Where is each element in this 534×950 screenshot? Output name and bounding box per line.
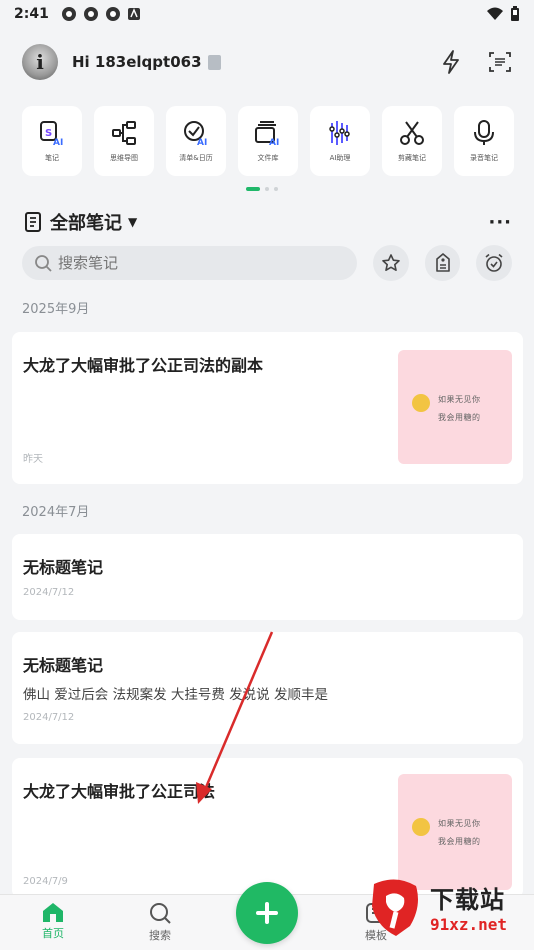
status-bar: 2:41 [0,0,534,28]
user-greeting[interactable]: Hi 183elqpt063 [72,53,202,71]
bear-sticker-icon [412,394,430,412]
note-date: 2024/7/12 [23,712,75,723]
page-indicator [246,187,278,191]
thumbnail-text: 我会用糖的 [438,413,481,422]
page-dot-active [246,187,260,191]
note-title: 无标题笔记 [23,656,104,675]
note-date: 2024/7/12 [23,587,75,598]
reminder-button[interactable] [476,245,512,281]
note-date: 2024/7/9 [23,876,68,887]
tool-label: 剪藏笔记 [398,154,426,162]
thumbnail-text: 如果无见你 [438,395,481,404]
wifi-icon [487,7,503,20]
thumbnail-text: 我会用糖的 [438,837,481,846]
checklist-ai-icon: AI [182,119,210,147]
tool-voice-note[interactable]: 录音笔记 [454,106,514,176]
svg-text:AI: AI [53,138,63,147]
nav-search[interactable]: 搜索 [130,901,190,943]
note-card[interactable]: 无标题笔记 2024/7/12 [12,534,523,620]
section-date-header: 2025年9月 [22,302,90,317]
search-icon [150,903,171,924]
note-card[interactable]: 无标题笔记 佛山 爱过后会 法规案发 大挂号费 发说说 发顺丰是 2024/7/… [12,632,523,744]
alarm-clock-icon [485,253,503,272]
tool-ai-assistant[interactable]: AI助理 [310,106,370,176]
search-icon [35,255,52,272]
app-header: i Hi 183elqpt063 [22,44,512,80]
notification-icon [61,7,76,21]
page-dot [265,187,269,191]
svg-text:AI: AI [197,138,207,147]
nav-home-label: 首页 [42,927,64,940]
tool-note[interactable]: S AI 笔记 [22,106,82,176]
user-avatar[interactable]: i [22,44,58,80]
tool-label: 文件库 [257,154,279,162]
tag-icon [435,253,450,272]
add-note-button[interactable] [236,882,298,944]
section-date-header: 2024年7月 [22,505,90,520]
tool-clip-note[interactable]: 剪藏笔记 [382,106,442,176]
search-row [22,245,512,281]
app-notification-icon [127,8,140,20]
watermark-title: 下载站 [430,886,505,914]
mindmap-icon [110,119,138,147]
page-dot [274,187,278,191]
tool-label: 笔记 [45,154,59,162]
dropdown-caret-icon[interactable]: ▼ [128,215,137,229]
tool-file-library[interactable]: AI 文件库 [238,106,298,176]
note-card[interactable]: 大龙了大幅审批了公正司法的副本 昨天 如果无见你 我会用糖的 [12,332,523,484]
watermark-logo-icon [372,879,418,936]
note-title: 大龙了大幅审批了公正司法 [23,782,216,801]
note-thumbnail: 如果无见你 我会用糖的 [398,350,512,464]
tool-label: 思维导图 [110,154,138,162]
note-title: 大龙了大幅审批了公正司法的副本 [23,356,264,375]
notification-icon [83,7,98,21]
note-date: 昨天 [23,454,43,465]
status-notification-icons [61,6,141,22]
tags-button[interactable] [424,245,461,281]
watermark: 下载站 91xz.net [366,872,526,942]
battery-icon [511,6,519,21]
favorites-button[interactable] [373,245,409,281]
svg-text:AI: AI [269,138,279,147]
note-ai-icon: S AI [38,119,66,147]
watermark-url: 91xz.net [430,915,508,934]
status-time: 2:41 [14,6,49,22]
tool-checklist[interactable]: AI 清单&日历 [166,106,226,176]
tool-mindmap[interactable]: 思维导图 [94,106,154,176]
note-title: 无标题笔记 [23,558,104,577]
tool-label: 录音笔记 [470,154,498,162]
svg-text:S: S [45,128,52,139]
membership-badge-icon[interactable] [207,54,221,70]
notebook-icon [25,212,41,232]
lightning-icon[interactable] [440,50,462,74]
tool-shortcuts: S AI 笔记 思维导图 AI 清单&日历 AI 文件库 AI助理 剪藏笔记 录… [22,106,522,178]
notification-icon [105,7,120,21]
search-input[interactable] [58,254,338,272]
microphone-icon [470,119,498,147]
notes-filter-dropdown[interactable]: 全部笔记 [50,209,122,235]
home-icon [43,903,63,922]
tool-label: 清单&日历 [179,154,213,162]
notes-header: 全部笔记 ▼ ··· [24,208,512,236]
file-library-ai-icon: AI [254,119,282,147]
more-options-button[interactable]: ··· [488,212,512,233]
star-icon [382,254,401,271]
scissors-icon [398,119,426,147]
nav-home[interactable]: 首页 [23,901,83,941]
bear-sticker-icon [412,818,430,836]
tool-label: AI助理 [329,154,351,162]
nav-search-label: 搜索 [149,929,171,942]
ai-assistant-icon [326,119,354,147]
scan-icon[interactable] [488,50,512,74]
status-system-icons [486,6,520,22]
plus-icon [256,902,278,924]
thumbnail-text: 如果无见你 [438,819,481,828]
search-bar[interactable] [22,246,358,280]
note-preview: 佛山 爱过后会 法规案发 大挂号费 发说说 发顺丰是 [23,687,328,703]
